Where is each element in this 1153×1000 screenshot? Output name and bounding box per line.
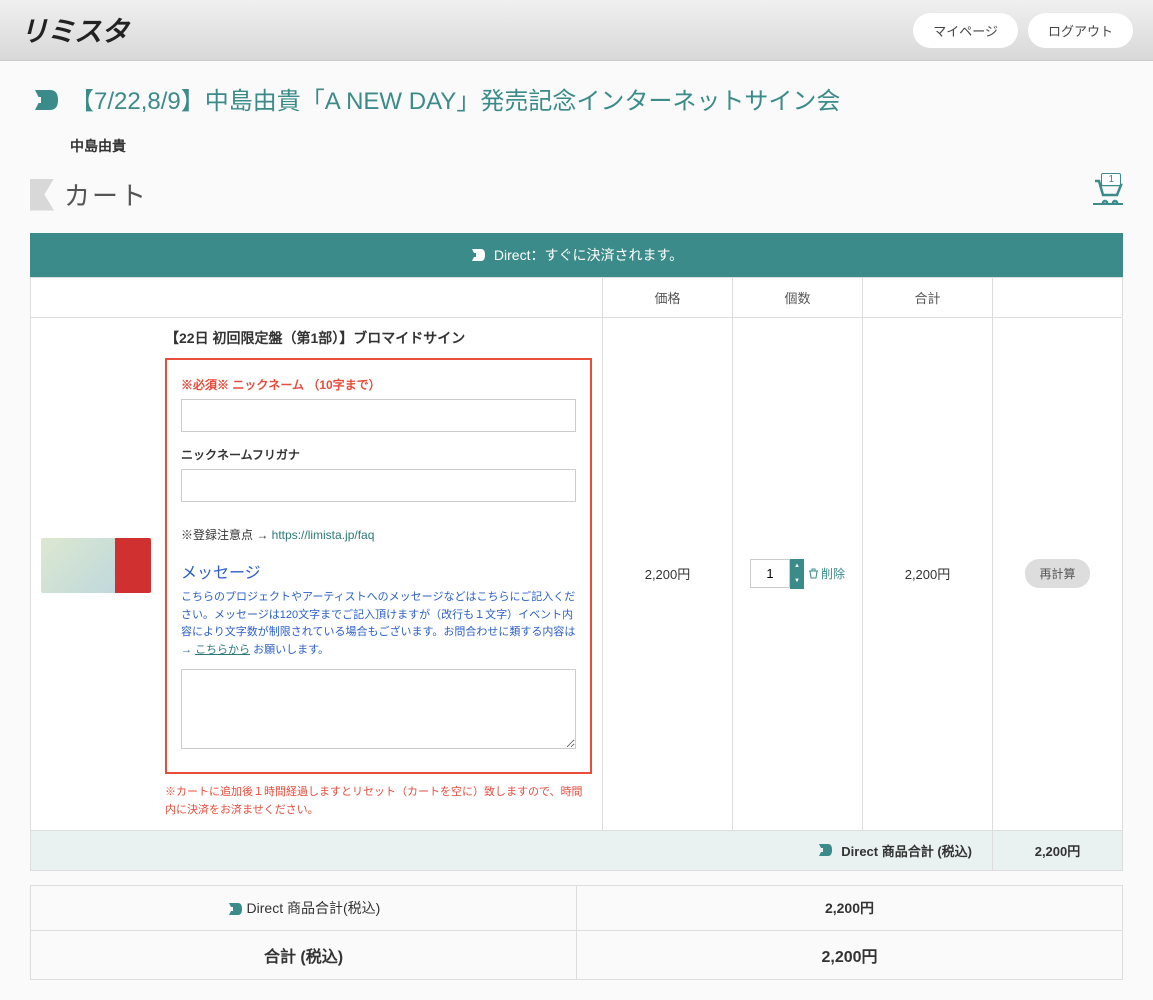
cart-reset-note: ※カートに追加後１時間経過しますとリセット（カートを空に）致しますので、時間内に… [165, 784, 592, 819]
col-price: 価格 [603, 278, 733, 318]
contact-link[interactable]: こちらから [195, 644, 250, 656]
faq-link[interactable]: https://limista.jp/faq [272, 528, 375, 542]
direct-banner-text: Direct：すぐに決済されます。 [494, 245, 683, 265]
price-cell: 2,200円 [603, 318, 733, 831]
col-product [31, 278, 603, 318]
required-marker: ※必須※ [181, 378, 229, 392]
cart-header: カート 1 [30, 176, 1123, 213]
direct-subtotal-icon [817, 842, 833, 858]
header-buttons: マイページ ログアウト [913, 13, 1133, 48]
cart-table: 価格 個数 合計 【22日 初回限定盤（第1部）】ブロマイドサイン ※必須※ ニ… [30, 277, 1123, 871]
direct-summary-icon [227, 901, 243, 917]
direct-banner: Direct：すぐに決済されます。 [30, 233, 1123, 277]
cart-count-badge: 1 [1101, 173, 1121, 186]
summary-direct-value: 2,200円 [577, 885, 1123, 930]
summary-total-row: 合計 (税込) 2,200円 [31, 930, 1123, 979]
line-total-cell: 2,200円 [863, 318, 993, 831]
summary-direct-row: Direct 商品合計(税込) 2,200円 [31, 885, 1123, 930]
message-description: こちらのプロジェクトやアーティストへのメッセージなどはこちらにご記入ください。メ… [181, 589, 576, 659]
summary-total-value: 2,200円 [577, 930, 1123, 979]
top-header: リミスタ マイページ ログアウト [0, 0, 1153, 61]
cart-item-row: 【22日 初回限定盤（第1部）】ブロマイドサイン ※必須※ ニックネーム （10… [31, 318, 1123, 831]
delete-link[interactable]: 削除 [808, 565, 845, 582]
subtotal-label: Direct 商品合計 (税込) [841, 841, 972, 860]
artist-name: 中島由貴 [30, 136, 1123, 156]
cart-title: カート [64, 176, 148, 213]
registration-note: ※登録注意点 → https://limista.jp/faq [181, 526, 576, 543]
direct-banner-icon [470, 247, 486, 263]
nickname-label: ※必須※ ニックネーム （10字まで） [181, 376, 576, 393]
logout-button[interactable]: ログアウト [1028, 13, 1133, 48]
message-title: メッセージ [181, 559, 576, 583]
summary-direct-label: Direct 商品合計(税込) [247, 900, 381, 916]
col-action [993, 278, 1123, 318]
required-form-box: ※必須※ ニックネーム （10字まで） ニックネームフリガナ ※登録注意点 → … [165, 358, 592, 774]
product-thumbnail [41, 538, 151, 593]
event-header: 【7/22,8/9】中島由貴「A NEW DAY」発売記念インターネットサイン会 [30, 81, 1123, 116]
cart-icon-wrap[interactable]: 1 [1093, 179, 1123, 210]
furigana-input[interactable] [181, 469, 576, 502]
trash-icon [808, 568, 819, 579]
recalc-cell: 再計算 [993, 318, 1123, 831]
recalc-button[interactable]: 再計算 [1025, 559, 1089, 588]
subtotal-row: Direct 商品合計 (税込) 2,200円 [31, 830, 1123, 870]
qty-down-button[interactable]: ▼ [790, 574, 804, 589]
direct-icon [30, 85, 60, 115]
furigana-label: ニックネームフリガナ [181, 446, 576, 463]
quantity-input[interactable] [750, 559, 790, 588]
event-title[interactable]: 【7/22,8/9】中島由貴「A NEW DAY」発売記念インターネットサイン会 [70, 81, 840, 116]
col-total: 合計 [863, 278, 993, 318]
nickname-input[interactable] [181, 399, 576, 432]
table-header-row: 価格 個数 合計 [31, 278, 1123, 318]
subtotal-value: 2,200円 [993, 830, 1123, 870]
summary-table: Direct 商品合計(税込) 2,200円 合計 (税込) 2,200円 [30, 885, 1123, 980]
cart-section-icon [30, 179, 54, 211]
site-logo[interactable]: リミスタ [20, 10, 128, 50]
qty-cell: ▲ ▼ 削除 [733, 318, 863, 831]
mypage-button[interactable]: マイページ [913, 13, 1018, 48]
qty-up-button[interactable]: ▲ [790, 559, 804, 574]
product-name: 【22日 初回限定盤（第1部）】ブロマイドサイン [165, 328, 592, 348]
col-qty: 個数 [733, 278, 863, 318]
summary-total-label: 合計 (税込) [31, 930, 577, 979]
message-textarea[interactable] [181, 669, 576, 749]
quantity-stepper: ▲ ▼ [790, 559, 804, 589]
